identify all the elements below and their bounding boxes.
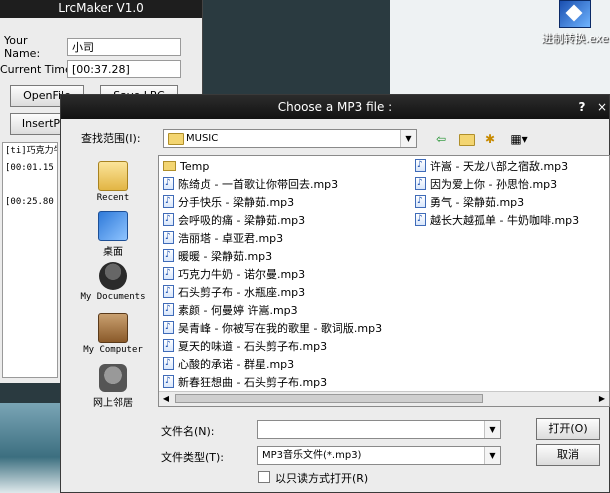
file-item[interactable]: 浩丽塔 - 卓亚君.mp3 xyxy=(163,228,283,248)
file-type-value: MP3音乐文件(*.mp3) xyxy=(262,450,362,461)
file-type-label: 文件类型(T): xyxy=(161,451,225,464)
place-desktop[interactable]: 桌面 xyxy=(65,211,161,258)
chevron-down-icon[interactable]: ▼ xyxy=(484,447,500,464)
your-name-label: Your Name: xyxy=(4,34,41,60)
new-folder-icon[interactable]: ✱ xyxy=(480,130,500,148)
file-item[interactable]: 陈绮贞 - 一首歌让你带回去.mp3 xyxy=(163,174,338,194)
file-list[interactable]: Temp 陈绮贞 - 一首歌让你带回去.mp3 分手快乐 - 梁静茹.mp3 会… xyxy=(158,155,610,407)
place-my-documents[interactable]: My Documents xyxy=(65,262,161,302)
file-item[interactable]: 新春狂想曲 - 石头剪子布.mp3 xyxy=(163,372,327,392)
audio-file-icon xyxy=(163,174,174,192)
back-icon[interactable]: ⇦ xyxy=(431,130,451,148)
place-label: Recent xyxy=(96,193,130,203)
audio-file-icon xyxy=(415,174,426,192)
open-button[interactable]: 打开(O) xyxy=(536,418,600,440)
lyrics-line xyxy=(5,177,57,194)
audio-file-icon xyxy=(163,246,174,264)
lrcmaker-title: LrcMaker V1.0 xyxy=(0,0,202,18)
look-in-combobox[interactable]: MUSIC ▼ xyxy=(163,129,417,148)
file-item[interactable]: 许嵩 - 天龙八部之宿敌.mp3 xyxy=(415,156,568,176)
current-time-input[interactable]: [00:37.28] xyxy=(67,60,181,78)
lyrics-line: [ti]巧克力牛 xyxy=(5,146,58,156)
file-item[interactable]: 勇气 - 梁静茹.mp3 xyxy=(415,192,524,212)
file-item[interactable]: 因为爱上你 - 孙思怡.mp3 xyxy=(415,174,557,194)
view-menu-icon[interactable]: ▦▾ xyxy=(504,130,534,148)
lyrics-line: [00:01.15 xyxy=(5,163,54,173)
lyrics-textarea[interactable]: [ti]巧克力牛 [00:01.15 [00:25.80 xyxy=(2,142,58,378)
file-item[interactable]: 夏天的味道 - 石头剪子布.mp3 xyxy=(163,336,327,356)
file-item[interactable]: 暖暖 - 梁静茹.mp3 xyxy=(163,246,272,266)
audio-file-icon xyxy=(163,228,174,246)
chevron-down-icon[interactable]: ▼ xyxy=(484,421,500,438)
audio-file-icon xyxy=(163,336,174,354)
choose-mp3-dialog: Choose a MP3 file : ? × 查找范围(I): MUSIC ▼… xyxy=(60,94,610,493)
place-recent[interactable]: Recent xyxy=(65,161,161,203)
file-item[interactable]: 分手快乐 - 梁静茹.mp3 xyxy=(163,192,294,212)
place-label: My Computer xyxy=(83,345,143,355)
horizontal-scrollbar[interactable]: ◀ ▶ xyxy=(159,391,609,406)
current-time-label: Current Time : xyxy=(0,62,79,76)
scrollbar-thumb[interactable] xyxy=(175,394,483,403)
audio-file-icon xyxy=(163,372,174,390)
readonly-label: 以只读方式打开(R) xyxy=(275,472,369,485)
audio-file-icon xyxy=(415,192,426,210)
my-computer-icon xyxy=(98,313,128,343)
scroll-right-icon[interactable]: ▶ xyxy=(595,392,609,405)
lyrics-line: [00:25.80 xyxy=(5,197,54,207)
place-my-computer[interactable]: My Computer xyxy=(65,313,161,355)
my-documents-icon xyxy=(99,262,127,290)
up-folder-icon[interactable] xyxy=(456,130,476,148)
audio-file-icon xyxy=(163,354,174,372)
audio-file-icon xyxy=(163,282,174,300)
file-item[interactable]: 越长大越孤单 - 牛奶咖啡.mp3 xyxy=(415,210,579,230)
file-name-label: 文件名(N): xyxy=(161,425,215,438)
place-label: 桌面 xyxy=(103,247,123,258)
file-type-combobox[interactable]: MP3音乐文件(*.mp3) ▼ xyxy=(257,446,501,465)
dialog-titlebar: Choose a MP3 file : ? × xyxy=(61,95,609,119)
place-label: My Documents xyxy=(80,292,146,302)
folder-icon xyxy=(163,161,176,171)
chevron-down-icon[interactable]: ▼ xyxy=(400,130,416,147)
file-item[interactable]: 巧克力牛奶 - 诺尔曼.mp3 xyxy=(163,264,305,284)
audio-file-icon xyxy=(163,318,174,336)
look-in-label: 查找范围(I): xyxy=(81,132,141,145)
dialog-title: Choose a MP3 file : xyxy=(277,100,393,114)
your-name-input[interactable]: 小司 xyxy=(67,38,181,56)
network-icon xyxy=(99,364,127,392)
file-name-combobox[interactable]: ▼ xyxy=(257,420,501,439)
file-item[interactable]: 石头剪子布 - 水瓶座.mp3 xyxy=(163,282,305,302)
place-label: 网上邻居 xyxy=(93,398,133,409)
recent-folder-icon xyxy=(98,161,128,191)
desktop-wallpaper xyxy=(0,403,62,493)
close-button[interactable]: × xyxy=(593,98,610,116)
place-network[interactable]: 网上邻居 xyxy=(65,364,161,409)
look-in-value: MUSIC xyxy=(186,133,219,144)
desktop-shortcut-label: 进制转换.exe xyxy=(541,32,609,45)
audio-file-icon xyxy=(163,300,174,318)
file-item[interactable]: 素颜 - 何曼婷 许嵩.mp3 xyxy=(163,300,298,320)
desktop-icon xyxy=(98,211,128,241)
desktop-shortcut[interactable]: 进制转换.exe xyxy=(540,0,610,46)
converter-app-icon xyxy=(559,0,591,28)
audio-file-icon xyxy=(415,210,426,228)
readonly-checkbox[interactable] xyxy=(258,471,270,483)
file-item[interactable]: 吴青峰 - 你被写在我的歌里 - 歌词版.mp3 xyxy=(163,318,382,338)
audio-file-icon xyxy=(415,156,426,174)
file-item[interactable]: 会呼吸的痛 - 梁静茹.mp3 xyxy=(163,210,305,230)
help-button[interactable]: ? xyxy=(573,98,591,116)
file-item[interactable]: 心酸的承诺 - 群星.mp3 xyxy=(163,354,294,374)
audio-file-icon xyxy=(163,264,174,282)
audio-file-icon xyxy=(163,210,174,228)
audio-file-icon xyxy=(163,192,174,210)
cancel-button[interactable]: 取消 xyxy=(536,444,600,466)
folder-icon xyxy=(168,133,184,145)
scroll-left-icon[interactable]: ◀ xyxy=(159,392,173,405)
